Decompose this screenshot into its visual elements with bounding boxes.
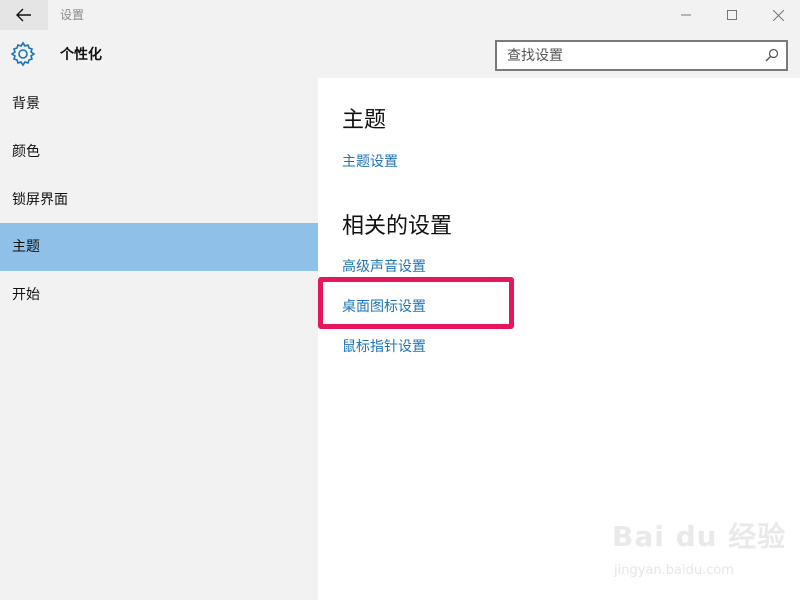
- close-icon: [772, 9, 784, 21]
- page-header: 个性化: [0, 30, 800, 78]
- settings-window: 设置 个性化 查找设置 背景 颜色 锁屏界面 主题 开始 主题 主题设置 相关的…: [0, 0, 800, 600]
- search-box[interactable]: [495, 40, 788, 71]
- back-button[interactable]: [0, 0, 48, 30]
- watermark: Bai du 经验 jingyan.baidu.com: [612, 515, 792, 595]
- gear-icon: [10, 41, 36, 67]
- page-title: 个性化: [60, 47, 102, 63]
- watermark-url: jingyan.baidu.com: [614, 563, 734, 578]
- maximize-icon: [727, 10, 737, 20]
- window-title: 设置: [60, 8, 85, 22]
- search-input[interactable]: [497, 42, 759, 69]
- highlight-box: [318, 277, 514, 329]
- maximize-button[interactable]: [709, 0, 755, 30]
- advanced-sound-settings-link[interactable]: 高级声音设置: [342, 256, 426, 276]
- sidebar: 背景 颜色 锁屏界面 主题 开始: [0, 78, 318, 600]
- minimize-button[interactable]: [663, 0, 709, 30]
- sidebar-item-lock-screen[interactable]: 锁屏界面: [0, 176, 318, 224]
- close-button[interactable]: [755, 0, 800, 30]
- search-icon[interactable]: [762, 45, 782, 65]
- mouse-pointer-settings-link[interactable]: 鼠标指针设置: [342, 336, 426, 356]
- watermark-logo: Bai du 经验: [612, 520, 787, 553]
- title-bar: 设置: [0, 0, 800, 30]
- sidebar-item-colors[interactable]: 颜色: [0, 128, 318, 176]
- sidebar-item-background[interactable]: 背景: [0, 80, 318, 128]
- sidebar-item-themes[interactable]: 主题: [0, 223, 318, 271]
- theme-settings-link[interactable]: 主题设置: [342, 151, 398, 171]
- minimize-icon: [681, 14, 691, 16]
- back-arrow-icon: [16, 8, 31, 22]
- section-title-related-settings: 相关的设置: [342, 214, 453, 239]
- section-title-themes: 主题: [342, 108, 387, 133]
- sidebar-item-start[interactable]: 开始: [0, 271, 318, 319]
